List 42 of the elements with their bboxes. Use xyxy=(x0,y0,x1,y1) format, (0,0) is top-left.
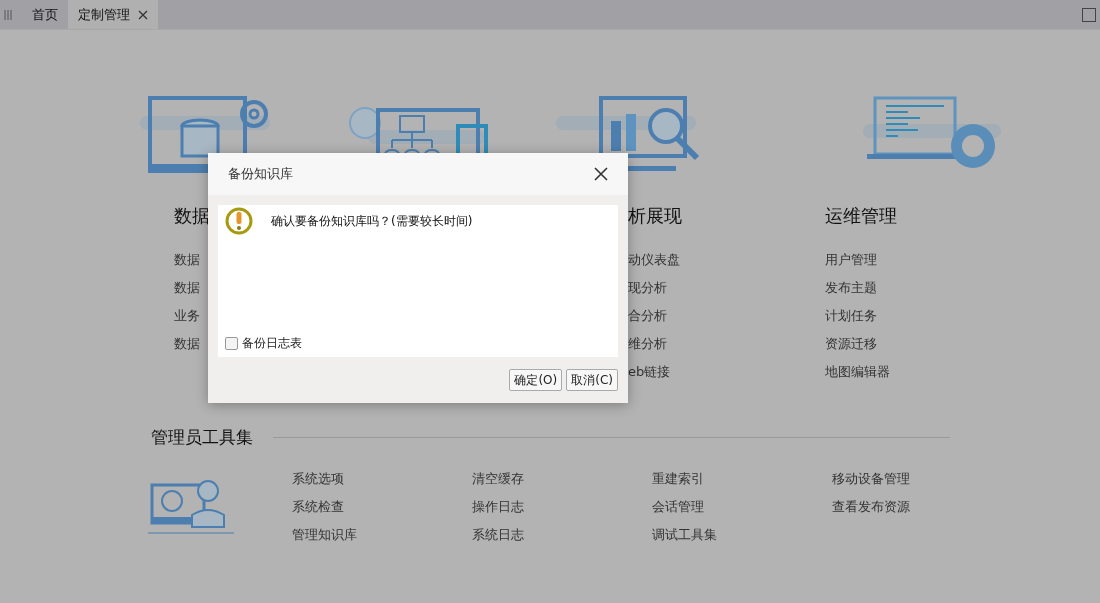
module-link[interactable]: 资源迁移 xyxy=(825,330,877,358)
dialog-button[interactable]: 取消(C) xyxy=(566,369,618,391)
maximize-icon[interactable] xyxy=(1082,7,1096,22)
section-title: 管理员工具集 xyxy=(151,426,253,449)
tool-link[interactable]: 调试工具集 xyxy=(652,521,832,549)
module-link[interactable]: 用户管理 xyxy=(825,246,877,274)
tool-link[interactable]: 系统日志 xyxy=(472,521,652,549)
module-title: 数据 xyxy=(174,204,210,228)
grip-icon[interactable] xyxy=(4,9,12,20)
module-link[interactable]: 发布主题 xyxy=(825,274,877,302)
checkbox-label: 备份日志表 xyxy=(242,335,302,352)
tool-link[interactable]: 查看发布资源 xyxy=(832,493,1012,521)
tab[interactable]: 定制管理 xyxy=(68,0,158,29)
checkbox[interactable] xyxy=(225,337,238,350)
tool-link[interactable]: 系统检查 xyxy=(292,493,472,521)
module-link[interactable]: 现分析 xyxy=(628,274,667,302)
module-link[interactable]: eb链接 xyxy=(628,358,671,386)
tool-link[interactable]: 清空缓存 xyxy=(472,465,652,493)
tool-link[interactable]: 操作日志 xyxy=(472,493,652,521)
tool-link[interactable]: 管理知识库 xyxy=(292,521,472,549)
module-link[interactable]: 业务 xyxy=(174,302,200,330)
module-link[interactable]: 维分析 xyxy=(628,330,667,358)
tool-link[interactable]: 会话管理 xyxy=(652,493,832,521)
dialog-button[interactable]: 确定(O) xyxy=(509,369,563,391)
tool-link[interactable]: 重建索引 xyxy=(652,465,832,493)
module-link[interactable]: 动仪表盘 xyxy=(628,246,680,274)
module-link[interactable]: 计划任务 xyxy=(825,302,877,330)
module-link[interactable]: 数据 xyxy=(174,246,200,274)
module-link[interactable]: 地图编辑器 xyxy=(825,358,890,386)
tab[interactable]: 首页 xyxy=(22,0,68,29)
module-title: 析展现 xyxy=(628,204,682,228)
module-link[interactable]: 合分析 xyxy=(628,302,667,330)
close-icon[interactable] xyxy=(594,167,608,181)
module-link[interactable]: 数据 xyxy=(174,274,200,302)
tool-link[interactable]: 系统选项 xyxy=(292,465,472,493)
admin-user-icon xyxy=(148,477,234,535)
close-icon[interactable] xyxy=(138,9,148,20)
dialog-title: 备份知识库 xyxy=(228,165,293,183)
tool-link[interactable]: 移动设备管理 xyxy=(832,465,1012,493)
dialog-message: 确认要备份知识库吗？(需要较长时间) xyxy=(271,213,473,230)
module-title: 运维管理 xyxy=(825,204,897,228)
module-link[interactable]: 数据 xyxy=(174,330,200,358)
